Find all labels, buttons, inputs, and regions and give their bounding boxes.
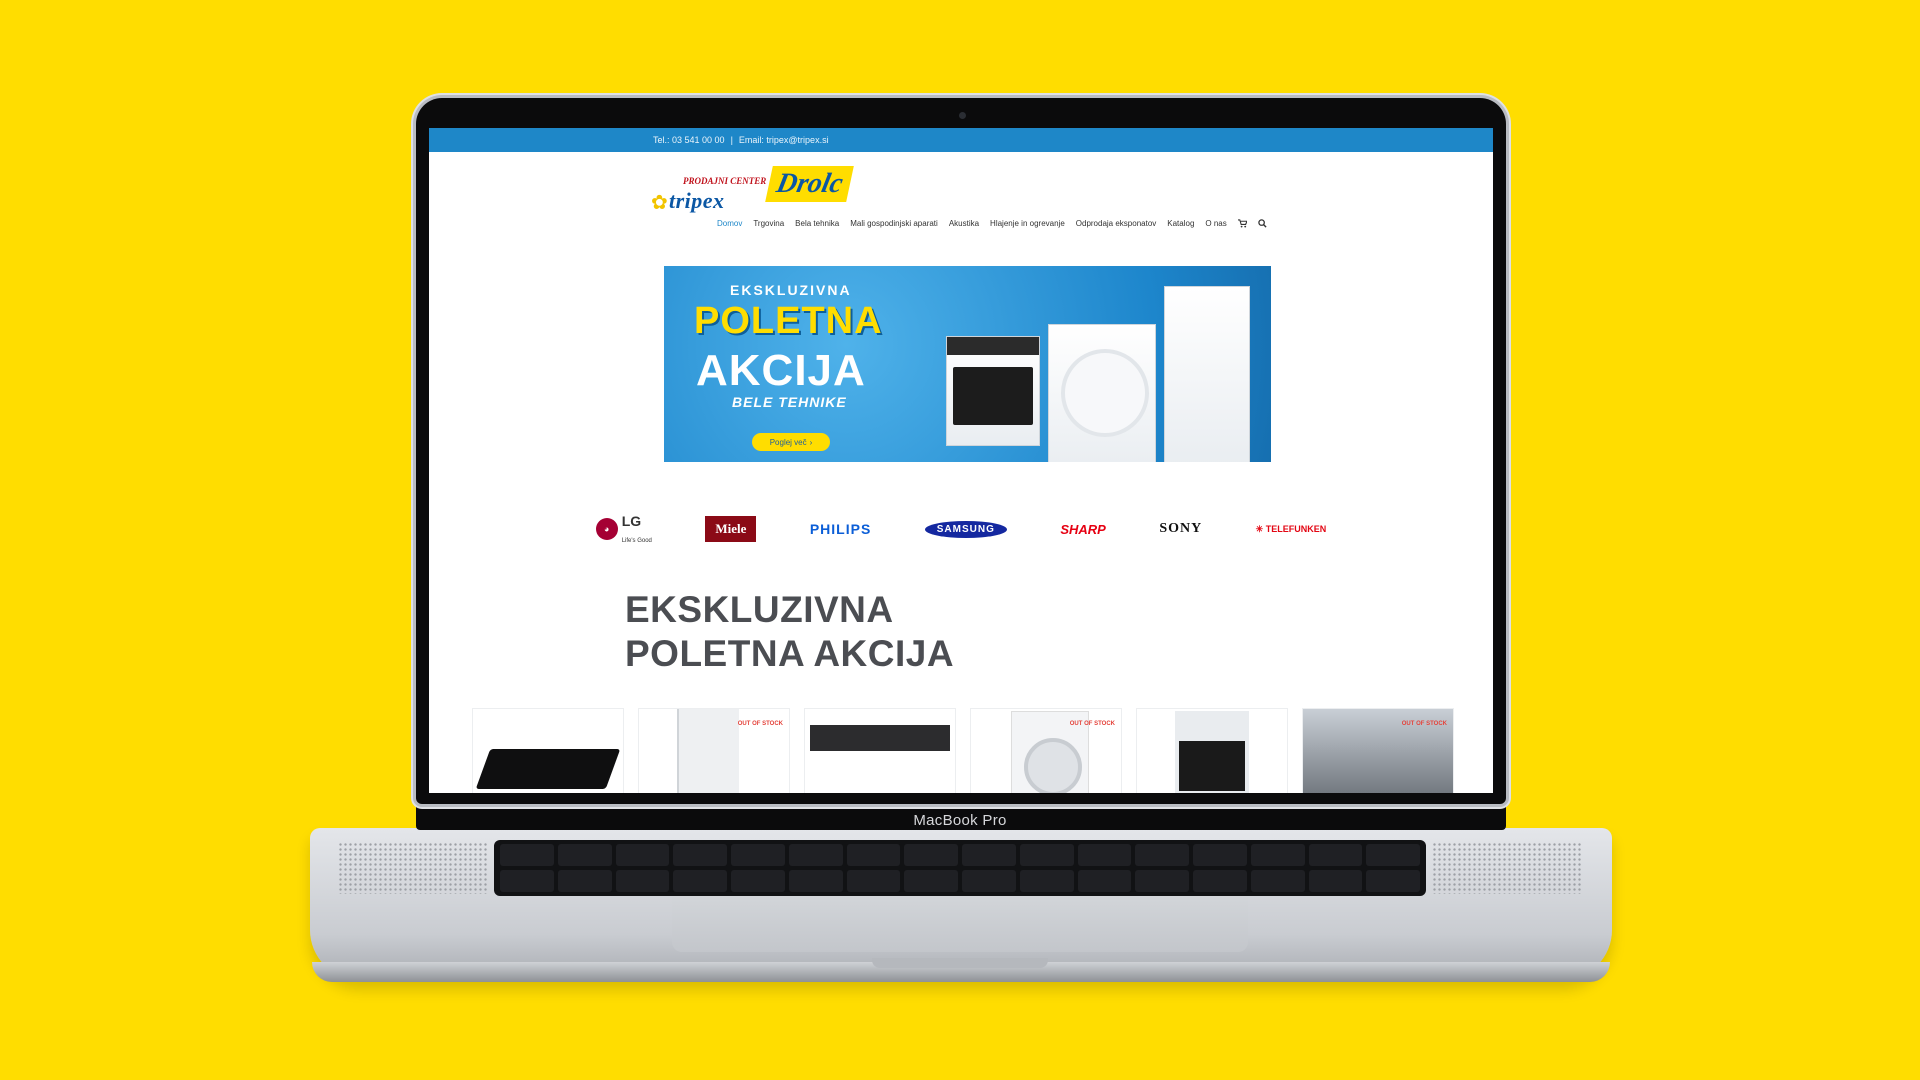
trackpad: [672, 896, 1248, 952]
brand-logos: ◕ LG Life's Good Miele PHILIPS SAMSUNG S…: [429, 511, 1493, 547]
product-card-freezer[interactable]: OUT OF STOCK: [638, 708, 790, 793]
topbar-phone[interactable]: Tel.: 03 541 00 00: [653, 135, 725, 145]
nav-item-bela-tehnika[interactable]: Bela tehnika: [795, 219, 839, 230]
topbar-separator: |: [730, 135, 733, 145]
product-card-built-in-hob[interactable]: OUT OF STOCK: [1302, 708, 1454, 793]
topbar-email[interactable]: Email: tripex@tripex.si: [739, 135, 829, 145]
dishwasher-image: [810, 725, 950, 751]
lg-logo-icon: ◕: [595, 518, 618, 540]
laptop-screen: Tel.: 03 541 00 00 | Email: tripex@tripe…: [429, 128, 1493, 793]
contact-topbar: Tel.: 03 541 00 00 | Email: tripex@tripe…: [429, 128, 1493, 152]
logo-name: Drolc: [765, 166, 855, 202]
nav-item-domov[interactable]: Domov: [717, 219, 742, 230]
freezer-image: [1164, 286, 1250, 462]
nav-item-hlajenje-in-ogrevanje[interactable]: Hlajenje in ogrevanje: [990, 219, 1065, 230]
product-badge: OUT OF STOCK: [1401, 721, 1447, 727]
banner-line2: POLETNA: [694, 300, 883, 342]
speaker-grille-left: [338, 842, 488, 894]
banner-line1: EKSKLUZIVNA: [730, 282, 852, 298]
stove-image: [1175, 711, 1249, 793]
camera-icon: [959, 112, 966, 119]
product-badge: OUT OF STOCK: [737, 721, 783, 727]
lg-wordmark: LG: [621, 513, 642, 529]
banner-line4: BELE TEHNIKE: [732, 394, 847, 410]
product-card-washing-machine[interactable]: OUT OF STOCK: [970, 708, 1122, 793]
nav-item-odprodaja-eksponatov[interactable]: Odprodaja eksponatov: [1076, 219, 1157, 230]
telefunken-star-icon: ✳: [1255, 523, 1264, 534]
nav-item-katalog[interactable]: Katalog: [1167, 219, 1194, 230]
keyboard: [494, 840, 1426, 896]
promo-banner[interactable]: EKSKLUZIVNA POLETNA AKCIJA BELE TEHNIKE …: [664, 266, 1271, 462]
brand-telefunken[interactable]: ✳ TELEFUNKEN: [1256, 524, 1327, 535]
nav-item-akustika[interactable]: Akustika: [949, 219, 979, 230]
logo-line1: PRODAJNI CENTER: [683, 176, 767, 186]
nav-item-trgovina[interactable]: Trgovina: [753, 219, 784, 230]
site-logo[interactable]: ✿ PRODAJNI CENTER tripex Drolc: [651, 166, 855, 214]
speaker-grille-right: [1432, 842, 1582, 894]
dryer-image: [1048, 324, 1156, 462]
logo-brand: tripex: [669, 188, 725, 213]
brand-sharp[interactable]: SHARP: [1060, 522, 1106, 537]
banner-line3: AKCIJA: [696, 346, 866, 395]
brand-samsung[interactable]: SAMSUNG: [924, 520, 1007, 538]
chevron-right-icon: ›: [809, 437, 813, 447]
telefunken-wordmark: TELEFUNKEN: [1265, 523, 1327, 534]
banner-button-label: Poglej več: [769, 437, 807, 447]
brand-sony[interactable]: SONY: [1159, 521, 1202, 537]
main-nav: Domov Trgovina Bela tehnika Mali gospodi…: [717, 219, 1267, 230]
product-card-stove[interactable]: [1136, 708, 1288, 793]
brand-lg[interactable]: ◕ LG Life's Good: [595, 513, 652, 545]
freezer-image: [677, 709, 739, 793]
product-badge: OUT OF STOCK: [1069, 721, 1115, 727]
clover-icon: ✿: [651, 192, 668, 214]
section-title-line2: POLETNA AKCIJA: [625, 633, 955, 674]
section-title-line1: EKSKLUZIVNA: [625, 589, 894, 630]
laptop-model-label: MacBook Pro: [913, 812, 1007, 829]
brand-miele[interactable]: Miele: [705, 516, 757, 542]
search-icon[interactable]: [1258, 219, 1267, 230]
section-title: EKSKLUZIVNA POLETNA AKCIJA: [625, 588, 954, 676]
stove-image: [946, 336, 1040, 446]
site-header: ✿ PRODAJNI CENTER tripex Drolc Domov Trg…: [429, 152, 1493, 244]
brand-philips[interactable]: PHILIPS: [810, 521, 871, 537]
nav-item-mali-gospodinjski-aparati[interactable]: Mali gospodinjski aparati: [850, 219, 938, 230]
cart-icon[interactable]: [1237, 219, 1248, 230]
laptop-lid: Tel.: 03 541 00 00 | Email: tripex@tripe…: [416, 98, 1506, 804]
product-grid: OUT OF STOCK OUT OF STOCK OUT OF STOCK: [472, 708, 1454, 793]
product-card-induction-hob[interactable]: [472, 708, 624, 793]
hob-image: [475, 749, 621, 789]
banner-view-more-button[interactable]: Poglej več ›: [752, 433, 830, 451]
laptop-notch: [872, 958, 1048, 968]
product-card-dishwasher[interactable]: [804, 708, 956, 793]
lg-tagline: Life's Good: [621, 538, 652, 544]
nav-item-o-nas[interactable]: O nas: [1205, 219, 1226, 230]
